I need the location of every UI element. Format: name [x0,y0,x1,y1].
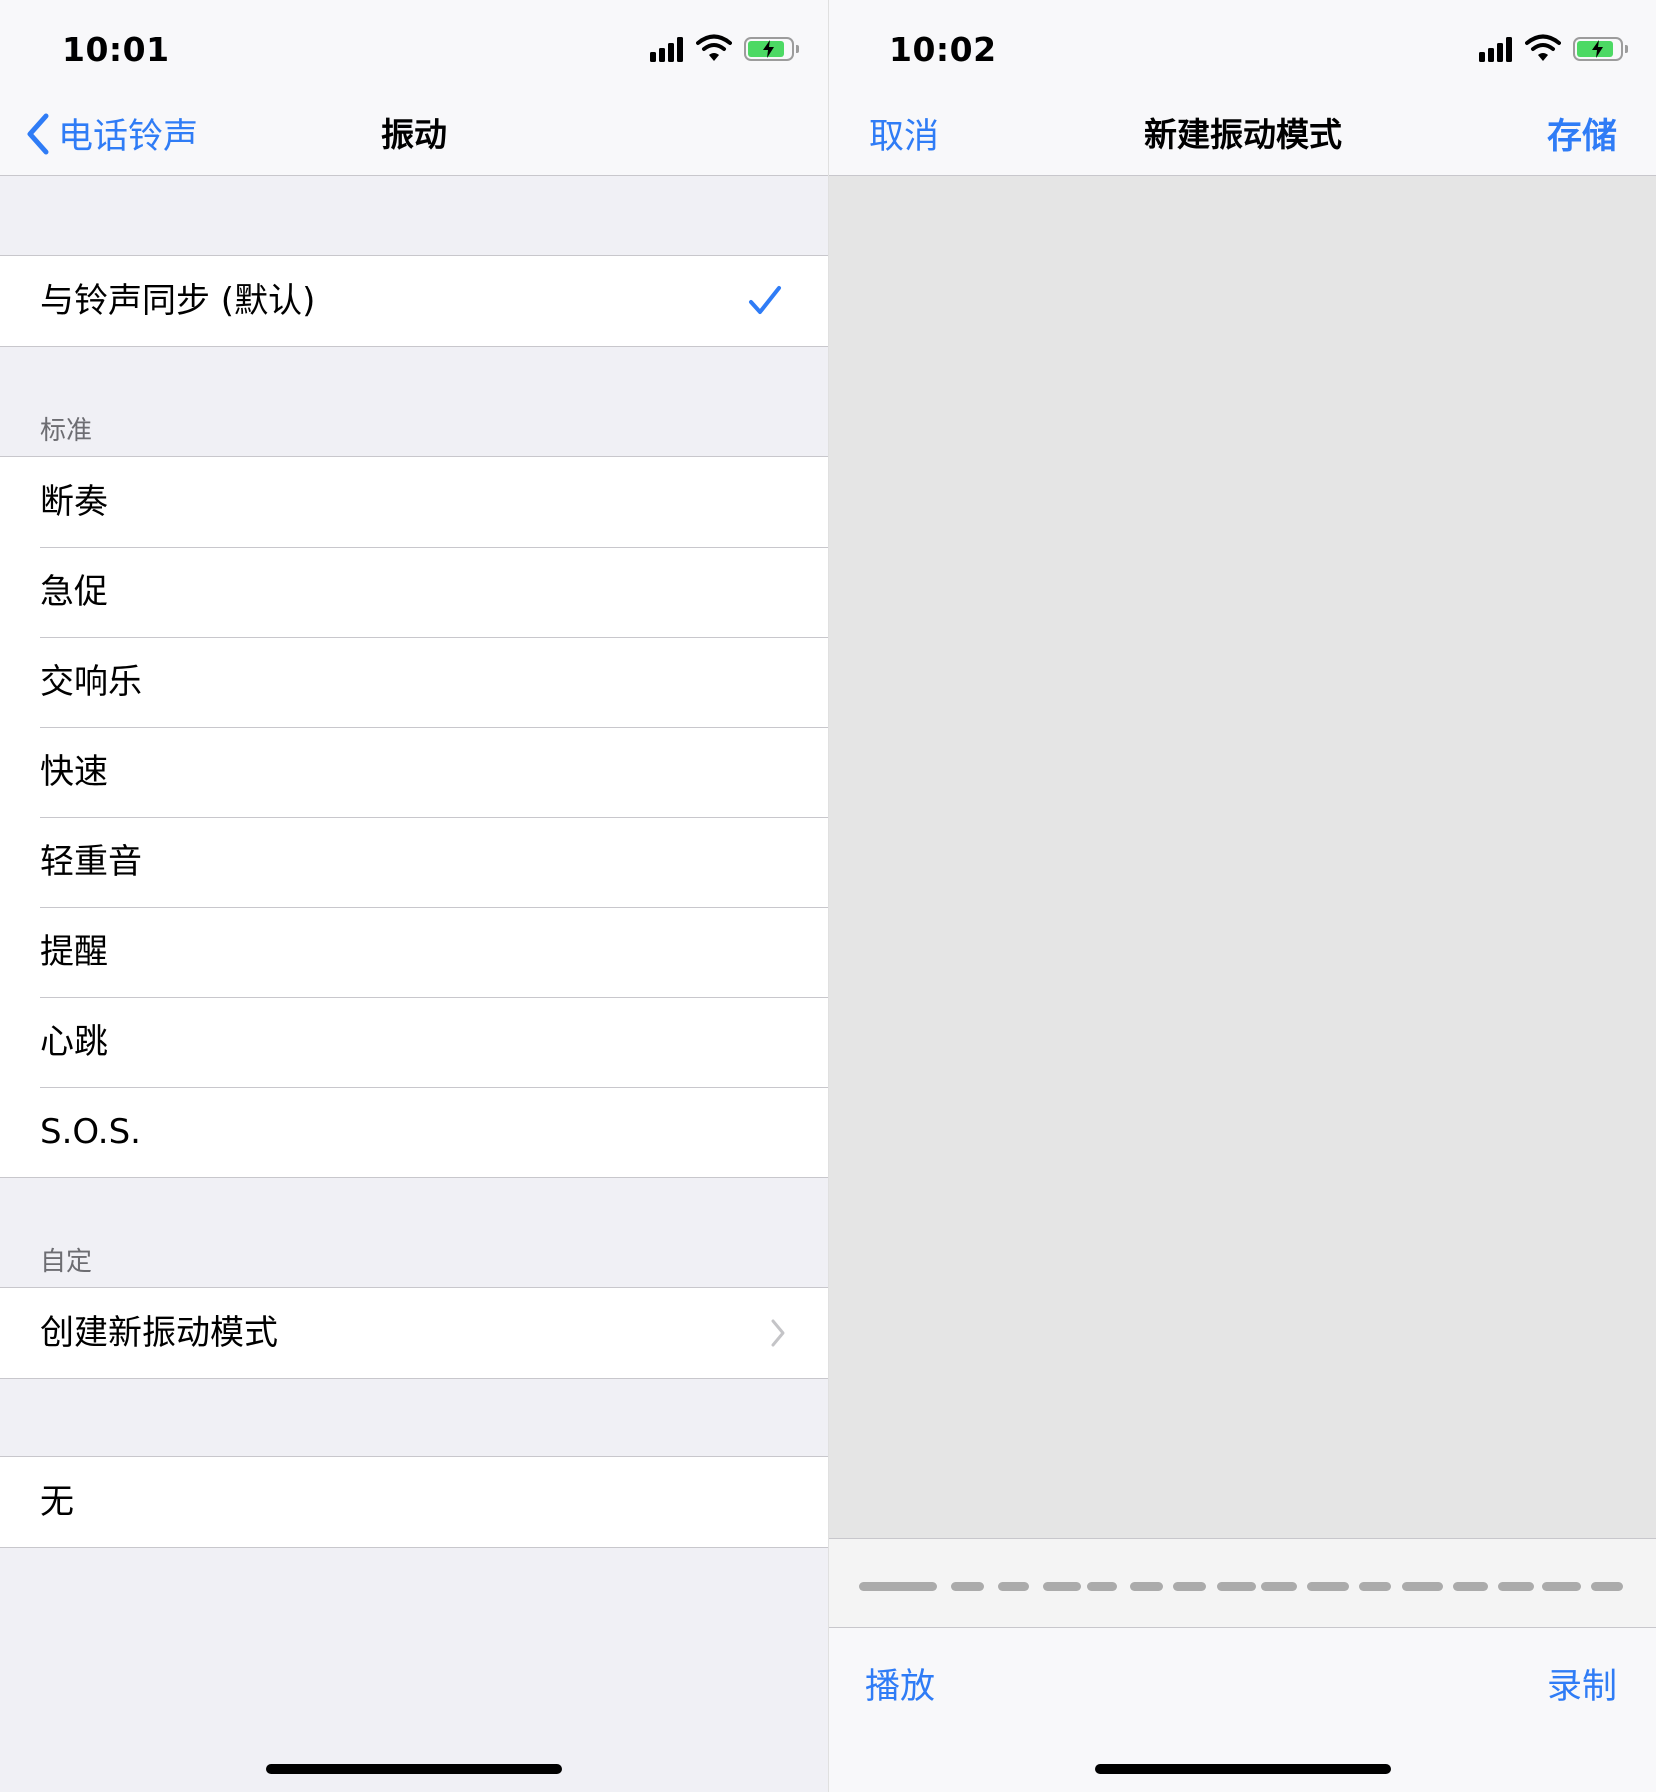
pattern-row-alert[interactable]: 提醒 [0,907,828,997]
signal-bars-icon [650,36,686,62]
none-row[interactable]: 无 [0,1457,828,1547]
timeline-segment [1261,1582,1297,1591]
signal-bars-icon [1479,36,1515,62]
timeline-segment [859,1582,937,1591]
play-button[interactable]: 播放 [865,1658,935,1709]
none-group: 无 [0,1456,828,1548]
pattern-row-sos[interactable]: S.O.S. [0,1087,828,1177]
custom-patterns-group: 创建新振动模式 [0,1287,828,1379]
sync-with-ringtone-label: 与铃声同步 (默认) [40,281,316,321]
pattern-label: 急促 [40,572,108,612]
battery-charging-icon [744,37,799,61]
save-button[interactable]: 存储 [1547,108,1617,159]
section-header-custom: 自定 [40,1247,93,1277]
pattern-label: 断奏 [40,482,108,522]
record-button[interactable]: 录制 [1547,1658,1617,1709]
timeline-segment [1130,1582,1163,1591]
timeline-segment [1542,1582,1581,1591]
timeline-segment [1043,1582,1081,1591]
timeline-segment [1307,1582,1349,1591]
status-bar: 10:01 [0,0,828,96]
timeline-segment [1402,1582,1443,1591]
pattern-label: 轻重音 [40,842,142,882]
pattern-label: 提醒 [40,932,108,972]
navigation-bar: 电话铃声 振动 [0,96,828,176]
pattern-label: 交响乐 [40,662,142,702]
timeline-segment [998,1582,1029,1591]
status-time: 10:02 [889,30,997,69]
vibration-timeline [829,1538,1656,1628]
pattern-label: S.O.S. [40,1112,141,1152]
status-icons [650,34,799,64]
timeline-segment [1498,1582,1534,1591]
timeline-segment [1087,1582,1117,1591]
page-title: 振动 [381,115,447,154]
create-new-vibration-row[interactable]: 创建新振动模式 [0,1288,828,1378]
sync-with-ringtone-row[interactable]: 与铃声同步 (默认) [0,256,828,346]
timeline-segment [1359,1582,1391,1591]
status-icons [1479,34,1628,64]
pattern-row-symphony[interactable]: 交响乐 [0,637,828,727]
pattern-label: 心跳 [40,1022,108,1062]
timeline-segment [1217,1582,1256,1591]
timeline-segment [1591,1582,1623,1591]
pattern-row-staccato[interactable]: 断奏 [0,457,828,547]
timeline-segment [1453,1582,1488,1591]
status-time: 10:01 [62,30,170,69]
pattern-row-rapid[interactable]: 急促 [0,547,828,637]
vibration-list-screen: 10:01 电话铃声 振动 与铃声同步 (默认) 标准 断奏 急促 交响乐 快速… [0,0,828,1792]
home-indicator[interactable] [266,1764,562,1774]
home-indicator[interactable] [1095,1764,1391,1774]
chevron-right-icon [771,1319,785,1347]
pattern-row-accent[interactable]: 轻重音 [0,817,828,907]
wifi-icon [1525,34,1561,61]
timeline-segment [951,1582,984,1591]
pattern-row-heartbeat[interactable]: 心跳 [0,997,828,1087]
pattern-row-quick[interactable]: 快速 [0,727,828,817]
checkmark-icon [749,286,781,314]
navigation-bar: 取消 新建振动模式 存储 [829,96,1656,176]
sync-group: 与铃声同步 (默认) [0,255,828,347]
standard-patterns-group: 断奏 急促 交响乐 快速 轻重音 提醒 心跳 S.O.S. [0,456,828,1178]
section-header-standard: 标准 [40,416,93,446]
status-bar: 10:02 [829,0,1656,96]
wifi-icon [696,34,732,61]
vibration-tap-area[interactable] [829,177,1656,1538]
new-vibration-screen: 10:02 取消 新建振动模式 存储 播放 录制 [828,0,1656,1792]
timeline-segment [1173,1582,1206,1591]
create-new-vibration-label: 创建新振动模式 [40,1313,278,1353]
pattern-label: 快速 [40,752,108,792]
battery-charging-icon [1573,37,1628,61]
none-label: 无 [40,1482,74,1522]
page-title: 新建振动模式 [1144,115,1342,154]
